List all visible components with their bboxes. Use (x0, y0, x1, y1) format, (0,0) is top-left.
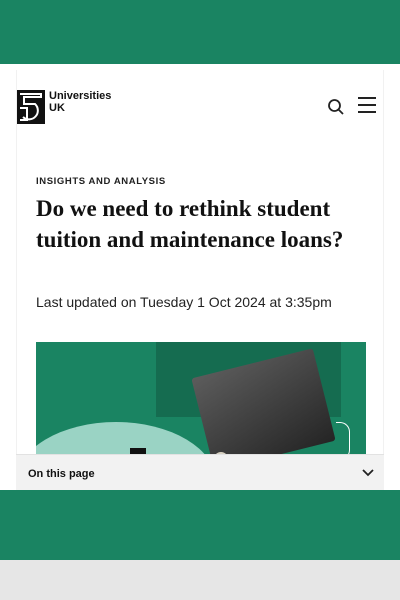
logo-line-1: Universities (49, 90, 112, 102)
bottom-green-band (0, 490, 400, 560)
bottom-grey-area (0, 560, 400, 600)
menu-bar (358, 111, 376, 113)
page-title: Do we need to rethink student tuition an… (36, 196, 344, 252)
site-header: Universities UK (17, 70, 385, 148)
article-kicker[interactable]: INSIGHTS AND ANALYSIS (36, 176, 166, 187)
menu-icon[interactable] (358, 97, 376, 113)
universities-uk-logo-icon[interactable] (17, 90, 47, 124)
logo-text[interactable]: Universities UK (49, 90, 111, 114)
menu-bar (358, 97, 376, 99)
last-updated: Last updated on Tuesday 1 Oct 2024 at 3:… (36, 294, 332, 310)
menu-bar (358, 104, 376, 106)
top-green-band (0, 0, 400, 64)
search-icon[interactable] (327, 98, 345, 116)
chevron-down-icon[interactable] (362, 468, 374, 478)
content-frame: Universities UK INSIGHTS AND ANALYSIS Do… (16, 70, 384, 490)
logo-line-2: UK (49, 102, 65, 114)
on-this-page-toggle[interactable]: On this page (16, 454, 384, 490)
page-viewport: Universities UK INSIGHTS AND ANALYSIS Do… (0, 64, 400, 490)
toc-label: On this page (28, 468, 95, 480)
